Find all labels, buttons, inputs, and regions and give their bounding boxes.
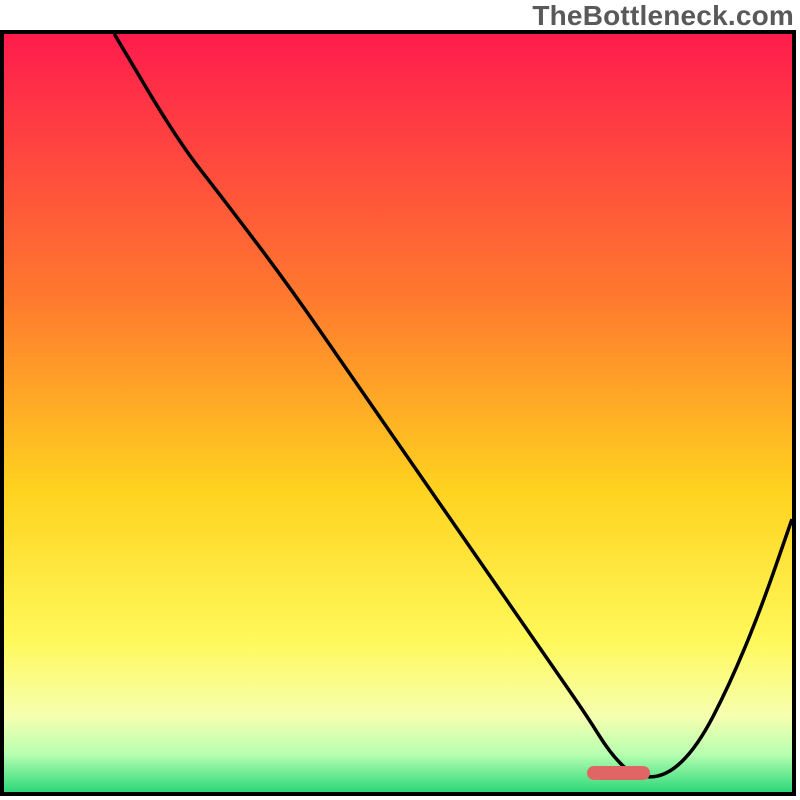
chart-plot-area (4, 34, 792, 792)
chart-stage: TheBottleneck.com (0, 0, 800, 800)
optimal-marker (587, 766, 650, 780)
watermark-text: TheBottleneck.com (532, 0, 794, 32)
chart-svg (4, 34, 792, 792)
chart-background (4, 34, 792, 792)
